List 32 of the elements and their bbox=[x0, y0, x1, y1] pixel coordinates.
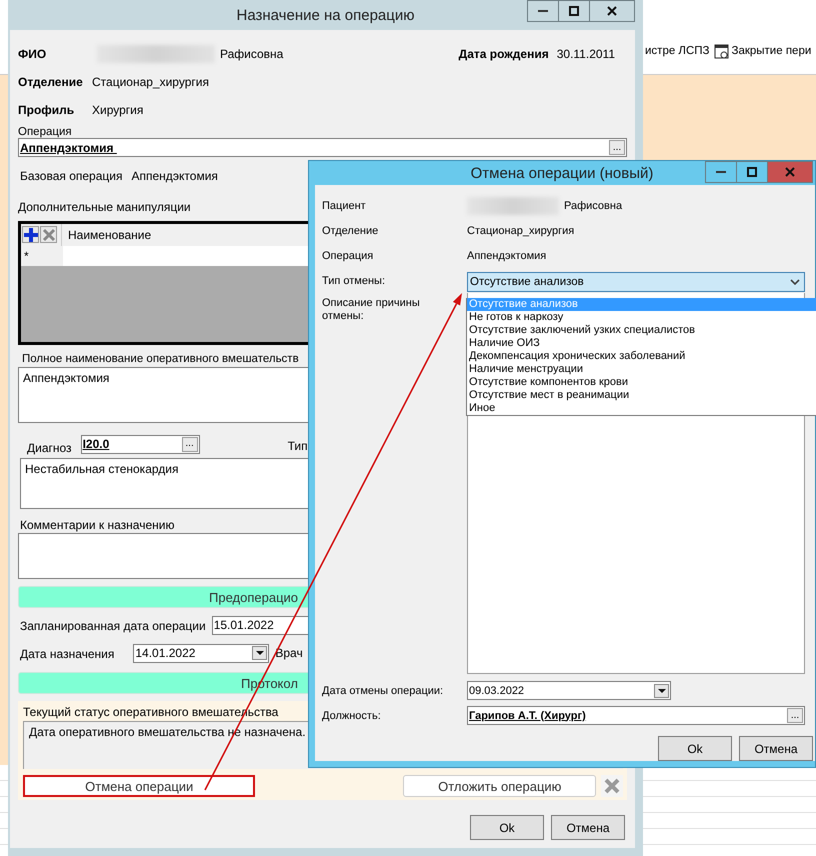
field-label: Должность: bbox=[322, 710, 381, 722]
field-value: Стационар_хирургия bbox=[92, 75, 209, 89]
field-label: Профиль bbox=[18, 103, 76, 117]
field-value: Рафисовна bbox=[220, 47, 284, 61]
field-value: Аппендэктомия bbox=[131, 169, 218, 183]
field-label: Тип отмены: bbox=[322, 274, 386, 286]
field-label: Запланированная дата операции bbox=[20, 619, 206, 633]
field-label: Дополнительные манипуляции bbox=[18, 200, 191, 214]
field-label: Операция bbox=[322, 250, 374, 262]
field-label: ФИО bbox=[18, 47, 48, 61]
field-label: Комментарии к назначению bbox=[20, 518, 174, 532]
field-label: Полное наименование оперативного вмешательств bbox=[22, 353, 299, 365]
field-label: Дата назначения bbox=[20, 647, 114, 661]
field-value: Рафисовна bbox=[564, 200, 622, 212]
field-label: Отделение bbox=[18, 75, 84, 89]
field-value: Стационар_хирургия bbox=[467, 224, 574, 236]
field-label: Пациент bbox=[322, 200, 366, 212]
row-marker: * bbox=[21, 246, 63, 266]
field-label: Операция bbox=[18, 126, 72, 138]
field-label: Диагноз bbox=[27, 441, 72, 455]
field-value: 30.11.2011 bbox=[556, 47, 615, 61]
window-title: Отмена операции (новый) bbox=[470, 164, 654, 182]
field-label: Отделение bbox=[322, 224, 378, 236]
field-value: Аппендэктомия bbox=[467, 250, 546, 262]
field-label: Дата отмены операции: bbox=[322, 684, 444, 696]
field-label: Базовая операция bbox=[20, 169, 122, 183]
field-label: Тип bbox=[288, 439, 308, 453]
window-title: Назначение на операцию bbox=[235, 6, 416, 24]
field-label: Описание причины отмены: bbox=[322, 297, 420, 322]
field-value: Хирургия bbox=[92, 103, 144, 117]
field-label: Врач bbox=[275, 646, 303, 660]
field-label: Дата рождения bbox=[458, 47, 549, 61]
